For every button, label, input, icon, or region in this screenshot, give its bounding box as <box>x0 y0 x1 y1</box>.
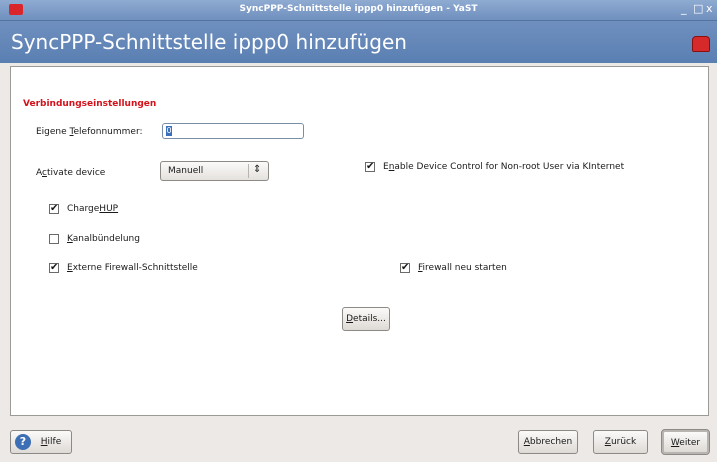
close-button[interactable]: x <box>706 3 713 15</box>
chargehup-label: ChargeHUP <box>67 204 119 214</box>
help-icon: ? <box>15 434 31 450</box>
chargehup-checkbox[interactable]: ✔ <box>49 204 59 214</box>
details-button[interactable]: Details... <box>342 307 390 331</box>
window-title: SyncPPP-Schnittstelle ippp0 hinzufügen -… <box>239 4 478 14</box>
phone-number-value: 0 <box>166 126 172 136</box>
kanalbuendelung-checkbox[interactable] <box>49 234 59 244</box>
back-button[interactable]: Zurück <box>593 430 648 454</box>
telephone-icon <box>692 36 710 52</box>
page-title: SyncPPP-Schnittstelle ippp0 hinzufügen <box>11 30 407 54</box>
window-titlebar[interactable]: SyncPPP-Schnittstelle ippp0 hinzufügen -… <box>0 0 717 21</box>
next-button[interactable]: Weiter <box>661 429 710 455</box>
activate-device-select[interactable]: Manuell ⇕ <box>160 161 269 181</box>
abort-button[interactable]: Abbrechen <box>518 430 578 454</box>
updown-arrow-icon: ⇕ <box>253 164 262 175</box>
kanalbuendelung-label: Kanalbündelung <box>67 234 140 244</box>
phone-label: Eigene Telefonnummer: <box>36 127 143 137</box>
activate-device-value: Manuell <box>168 166 204 176</box>
phone-number-input[interactable]: 0 <box>162 123 304 139</box>
external-firewall-label: Externe Firewall-Schnittstelle <box>67 263 198 273</box>
maximize-button[interactable]: □ <box>693 3 703 15</box>
content-panel: Verbindungseinstellungen Eigene Telefonn… <box>10 66 709 416</box>
enable-device-control-label: Enable Device Control for Non-root User … <box>383 162 625 172</box>
enable-device-control-checkbox[interactable]: ✔ <box>365 162 375 172</box>
help-button[interactable]: ? Hilfe <box>10 430 72 454</box>
section-title: Verbindungseinstellungen <box>23 99 157 109</box>
minimize-button[interactable]: _ <box>681 3 687 15</box>
firewall-restart-label: Firewall neu starten <box>418 263 507 273</box>
external-firewall-checkbox[interactable]: ✔ <box>49 263 59 273</box>
combo-separator <box>248 164 249 178</box>
firewall-restart-checkbox[interactable]: ✔ <box>400 263 410 273</box>
page-header: SyncPPP-Schnittstelle ippp0 hinzufügen <box>0 21 717 63</box>
activate-device-label: Activate device <box>36 168 106 178</box>
